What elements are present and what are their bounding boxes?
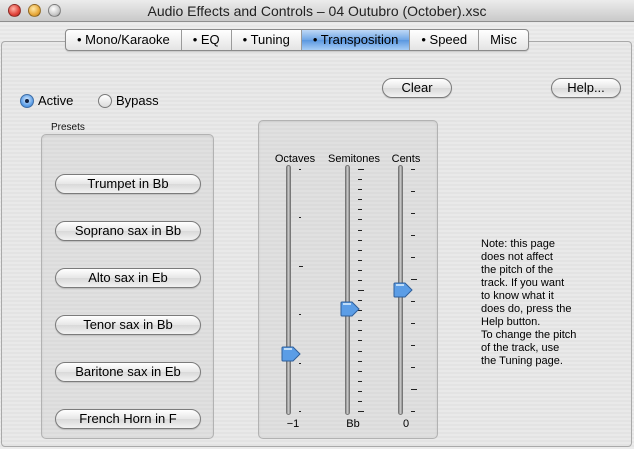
semitones-tick-mark <box>358 240 362 241</box>
semitones-tick-mark <box>358 270 362 271</box>
cents-tick-mark <box>411 279 417 280</box>
octaves-tick-mark <box>299 266 303 267</box>
semitones-tick-mark <box>358 189 362 190</box>
preset-alto-sax-eb-button[interactable]: Alto sax in Eb <box>55 268 201 288</box>
preset-tenor-sax-bb-button[interactable]: Tenor sax in Bb <box>55 315 201 335</box>
window-title: Audio Effects and Controls – 04 Outubro … <box>147 3 487 19</box>
radio-selected-icon <box>20 93 34 108</box>
preset-french-horn-f-button[interactable]: French Horn in F <box>55 409 201 429</box>
semitones-slider-track[interactable] <box>345 165 350 415</box>
semitones-tick-mark <box>358 199 362 200</box>
cents-tick-mark <box>411 345 415 346</box>
semitones-tick-mark <box>358 381 362 382</box>
cents-tick-mark <box>411 367 415 368</box>
tab-misc[interactable]: Misc <box>479 30 528 50</box>
semitones-tick-mark <box>358 230 362 231</box>
bypass-radio-label: Bypass <box>116 93 159 108</box>
cents-tick-mark <box>411 323 415 324</box>
semitones-label: Semitones <box>328 153 380 165</box>
semitones-tick-mark <box>358 411 364 412</box>
semitones-tick-mark <box>358 280 362 281</box>
tab-speed[interactable]: • Speed <box>410 30 480 50</box>
active-radio-label: Active <box>38 93 74 108</box>
octaves-tick-mark <box>299 411 301 412</box>
preset-soprano-sax-bb-button[interactable]: Soprano sax in Bb <box>55 221 201 241</box>
semitones-value: Bb <box>346 418 360 430</box>
semitones-tick-mark <box>358 179 362 180</box>
cents-value: 0 <box>402 418 410 430</box>
semitones-slider-thumb[interactable] <box>340 301 360 317</box>
cents-tick-mark <box>411 235 415 236</box>
active-radio[interactable]: Active <box>20 93 73 108</box>
semitones-tick-mark <box>358 290 364 291</box>
cents-tick-mark <box>411 411 415 412</box>
cents-tick-mark <box>411 191 415 192</box>
semitones-tick-mark <box>358 371 362 372</box>
preset-baritone-sax-eb-button[interactable]: Baritone sax in Eb <box>55 362 201 382</box>
title-bar: Audio Effects and Controls – 04 Outubro … <box>0 0 634 22</box>
semitones-tick-mark <box>358 361 362 362</box>
semitones-tick-mark <box>358 320 362 321</box>
octaves-tick-mark <box>299 217 301 218</box>
cents-tick-mark <box>411 389 417 390</box>
semitones-tick-mark <box>358 250 362 251</box>
octaves-tick-mark <box>299 314 301 315</box>
semitones-tick-mark <box>358 351 362 352</box>
clear-button[interactable]: Clear <box>382 78 452 98</box>
preset-trumpet-bb-button[interactable]: Trumpet in Bb <box>55 174 201 194</box>
semitones-tick-mark <box>358 209 362 210</box>
octaves-label: Octaves <box>274 153 316 165</box>
semitones-tick-mark <box>358 260 362 261</box>
tab-bar: • Mono/Karaoke • EQ • Tuning • Transposi… <box>65 29 529 51</box>
semitones-tick-mark <box>358 340 362 341</box>
tab-tuning[interactable]: • Tuning <box>232 30 302 50</box>
cents-label: Cents <box>391 153 421 165</box>
cents-slider-thumb[interactable] <box>393 282 413 298</box>
cents-tick-mark <box>411 213 415 214</box>
tab-eq[interactable]: • EQ <box>182 30 232 50</box>
octaves-slider-track[interactable] <box>286 165 291 415</box>
presets-label: Presets <box>51 122 85 133</box>
window-content: • Mono/Karaoke • EQ • Tuning • Transposi… <box>0 23 634 449</box>
semitones-tick-mark <box>358 330 362 331</box>
octaves-tick-mark <box>299 169 301 170</box>
tab-mono-karaoke[interactable]: • Mono/Karaoke <box>66 30 182 50</box>
octaves-value: −1 <box>286 418 300 430</box>
semitones-tick-mark <box>358 401 362 402</box>
help-button[interactable]: Help... <box>551 78 621 98</box>
bypass-radio[interactable]: Bypass <box>98 93 159 108</box>
semitones-tick-mark <box>358 169 364 170</box>
semitones-tick-mark <box>358 219 362 220</box>
cents-tick-mark <box>411 301 415 302</box>
radio-unselected-icon <box>98 93 112 108</box>
octaves-tick-mark <box>299 363 301 364</box>
transposition-note: Note: this page does not affect the pitc… <box>481 238 577 367</box>
cents-tick-mark <box>411 257 415 258</box>
cents-tick-mark <box>411 169 415 170</box>
semitones-tick-mark <box>358 391 362 392</box>
octaves-slider-thumb[interactable] <box>281 346 301 362</box>
tab-transposition[interactable]: • Transposition <box>301 30 411 50</box>
